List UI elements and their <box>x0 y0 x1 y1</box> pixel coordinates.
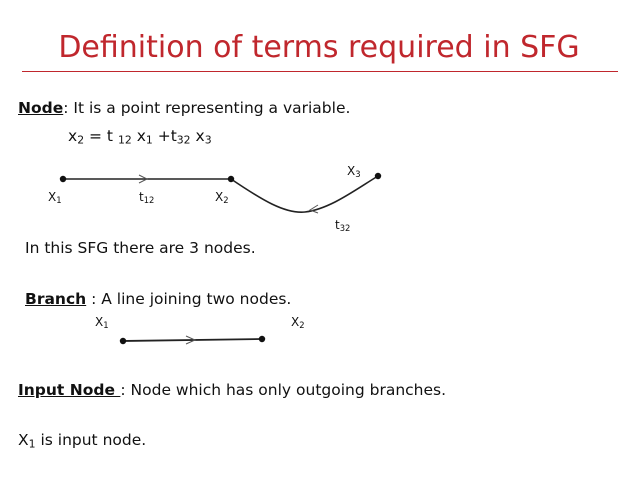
example-sub: 1 <box>28 437 36 451</box>
node-x1 <box>59 175 67 183</box>
branch-definition: Branch : A line joining two nodes. <box>25 289 291 309</box>
diagram-label-x2: X2 <box>215 190 229 206</box>
input-node-example: X1 is input node. <box>18 430 146 450</box>
input-node-definition-text: : Node which has only outgoing branches. <box>120 381 447 399</box>
branch-x3-x2 <box>230 175 379 213</box>
diagram-label-t12: t12 <box>139 190 155 206</box>
diagram-label-x3: X3 <box>347 164 361 180</box>
branch-label-x2: X2 <box>291 315 305 331</box>
example-text: is input node. <box>35 431 147 449</box>
node-x3 <box>374 172 382 180</box>
branch-node-x1 <box>119 337 127 345</box>
diagram-label-t32: t32 <box>335 218 351 234</box>
input-node-definition: Input Node : Node which has only outgoin… <box>18 380 446 400</box>
branch-diagram <box>119 335 266 345</box>
diagram-label-x1: X1 <box>48 190 62 206</box>
branch-definition-text: : A line joining two nodes. <box>86 290 292 308</box>
node-x2 <box>227 175 235 183</box>
node-count-note: In this SFG there are 3 nodes. <box>25 239 256 257</box>
branch-label-x1: X1 <box>95 315 109 331</box>
input-node-term: Input Node <box>18 381 121 399</box>
branch-node-x2 <box>258 335 266 343</box>
branch-term: Branch <box>25 290 87 308</box>
example-var: X <box>18 431 29 449</box>
